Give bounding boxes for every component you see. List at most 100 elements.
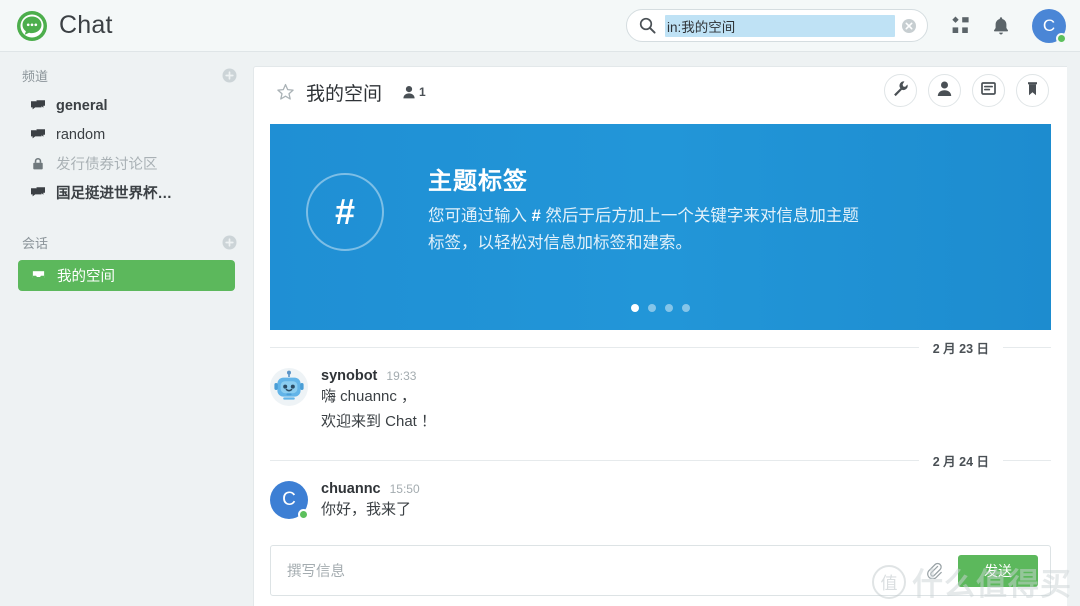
letter-avatar[interactable]: C <box>270 481 309 520</box>
message-meta: chuannc 15:50 <box>321 481 420 497</box>
channel-actions <box>884 74 1049 107</box>
notes-icon <box>980 80 997 102</box>
brand-name: Chat <box>59 11 113 39</box>
hash-icon: # <box>306 173 384 251</box>
channel-icon <box>30 98 46 114</box>
banner-content: # 主题标签 您可通过输入 # 然后于后方加上一个关键字来对信息加主题标签，以轻… <box>270 124 1051 256</box>
message-text: 你好，我来了 <box>321 501 412 518</box>
clear-icon[interactable] <box>901 18 917 34</box>
channel-header: 我的空间 1 <box>254 67 1067 117</box>
add-conversation-plus-circle-icon[interactable] <box>222 235 237 250</box>
carousel-dots[interactable] <box>270 304 1051 312</box>
top-bar: Chat in:我的空间 C <box>0 0 1080 52</box>
inbox-icon <box>30 268 46 284</box>
message-meta: synobot 19:33 <box>321 368 436 384</box>
person-icon <box>936 80 953 102</box>
conversations-section-header: 会话 <box>0 207 253 258</box>
right-gutter <box>1067 52 1080 606</box>
message-body: chuannc 15:50 你好，我来了 <box>321 481 420 522</box>
bookmark-icon <box>1024 80 1041 102</box>
divider <box>270 346 919 348</box>
hash-glyph: # <box>334 191 356 232</box>
apps-grid-icon[interactable] <box>950 15 972 37</box>
carousel-dot[interactable] <box>648 304 656 312</box>
search-container[interactable]: in:我的空间 <box>626 9 928 42</box>
brand[interactable]: Chat <box>0 9 113 43</box>
channel-icon <box>30 185 46 201</box>
carousel-dot[interactable] <box>665 304 673 312</box>
page-title: 我的空间 <box>306 83 383 105</box>
sidebar-item-label: 发行债券讨论区 <box>56 157 158 173</box>
date-separator: 2 月 23 日 <box>270 330 1051 364</box>
sidebar-item-label: 国足挺进世界杯… <box>56 186 172 202</box>
message-timestamp: 15:50 <box>389 482 420 496</box>
sidebar-item-label: general <box>56 97 108 114</box>
channels-section-title: 频道 <box>22 69 49 84</box>
members-button[interactable] <box>928 74 961 107</box>
channel-list: general random 发行债券讨论区 国足挺进世界杯… <box>0 91 253 207</box>
banner-body-mark: # <box>531 207 541 225</box>
user-avatar[interactable]: C <box>1032 9 1067 44</box>
settings-button[interactable] <box>884 74 917 107</box>
sidebar-item-label: 我的空间 <box>57 269 115 285</box>
sidebar-item-general[interactable]: general <box>0 91 253 120</box>
date-separator-label: 2 月 24 日 <box>932 454 989 469</box>
date-separator: 2 月 24 日 <box>270 443 1051 477</box>
conversation-list: 我的空间 <box>0 260 253 291</box>
message-item: C chuannc 15:50 你好，我来了 <box>270 477 1051 532</box>
channels-section-header: 频道 <box>0 52 253 91</box>
divider <box>1003 346 1051 348</box>
promo-banner[interactable]: # 主题标签 您可通过输入 # 然后于后方加上一个关键字来对信息加主题标签，以轻… <box>270 124 1051 330</box>
banner-title: 主题标签 <box>428 168 528 195</box>
search-box[interactable]: in:我的空间 <box>626 9 928 42</box>
banner-body: 您可通过输入 # 然后于后方加上一个关键字来对信息加主题标签，以轻松对信息加标签… <box>428 203 873 256</box>
wrench-icon <box>892 80 909 102</box>
chat-bubble-logo-icon <box>15 9 49 43</box>
sidebar-item-label: random <box>56 126 106 143</box>
channel-icon <box>30 127 46 143</box>
banner-body-before: 您可通过输入 <box>428 207 532 225</box>
divider <box>270 459 919 461</box>
message-author[interactable]: synobot <box>321 368 377 384</box>
sidebar-item-private-channel[interactable]: 发行债券讨论区 <box>0 149 253 178</box>
add-channel-plus-circle-icon[interactable] <box>222 68 237 83</box>
robot-avatar[interactable] <box>270 368 308 406</box>
member-count-group[interactable]: 1 <box>402 85 426 99</box>
carousel-dot[interactable] <box>682 304 690 312</box>
send-button[interactable]: 发送 <box>958 554 1038 587</box>
topbar-actions: C <box>950 0 1067 52</box>
message-text: 嗨 chuannc ， <box>321 388 417 405</box>
message-body: synobot 19:33 嗨 chuannc ， 欢迎来到 Chat ！ <box>321 368 436 433</box>
message-input[interactable]: 撰写信息 <box>287 560 925 581</box>
divider <box>1003 459 1051 461</box>
message-list: 2 月 23 日 synobot 19:33 嗨 chuannc ， 欢迎来到 … <box>254 330 1067 532</box>
search-input[interactable]: in:我的空间 <box>665 14 895 37</box>
message-composer[interactable]: 撰写信息 发送 <box>270 545 1051 596</box>
date-separator-label: 2 月 23 日 <box>932 341 989 356</box>
avatar-initial: C <box>282 489 296 510</box>
conversations-section-title: 会话 <box>22 236 49 251</box>
message-item: synobot 19:33 嗨 chuannc ， 欢迎来到 Chat ！ <box>270 364 1051 443</box>
message-text: 欢迎来到 Chat ！ <box>321 412 437 430</box>
bookmark-button[interactable] <box>1016 74 1049 107</box>
main-panel: 我的空间 1 # 主题标签 您可通过输入 # 然后于后方加上一个关键字来对信息加… <box>253 66 1067 606</box>
sidebar-item-my-space[interactable]: 我的空间 <box>18 260 235 291</box>
search-icon <box>639 17 656 34</box>
message-timestamp: 19:33 <box>386 369 417 383</box>
person-icon <box>402 85 416 99</box>
paperclip-icon[interactable] <box>925 562 942 580</box>
online-status-dot <box>1056 33 1067 44</box>
banner-text: 主题标签 您可通过输入 # 然后于后方加上一个关键字来对信息加主题标签，以轻松对… <box>428 161 873 256</box>
message-author[interactable]: chuannc <box>321 481 381 497</box>
avatar-initial: C <box>1042 16 1056 35</box>
sidebar-item-random[interactable]: random <box>0 120 253 149</box>
lock-icon <box>30 156 46 172</box>
sidebar: 频道 general random 发行债券讨论区 国足挺进世界杯… 会话 我的… <box>0 52 253 606</box>
bell-icon[interactable] <box>990 15 1012 37</box>
star-icon[interactable] <box>276 83 295 102</box>
member-count: 1 <box>419 85 426 99</box>
carousel-dot[interactable] <box>631 304 639 312</box>
online-status-dot <box>298 509 309 520</box>
notes-button[interactable] <box>972 74 1005 107</box>
sidebar-item-worldcup[interactable]: 国足挺进世界杯… <box>0 178 253 207</box>
